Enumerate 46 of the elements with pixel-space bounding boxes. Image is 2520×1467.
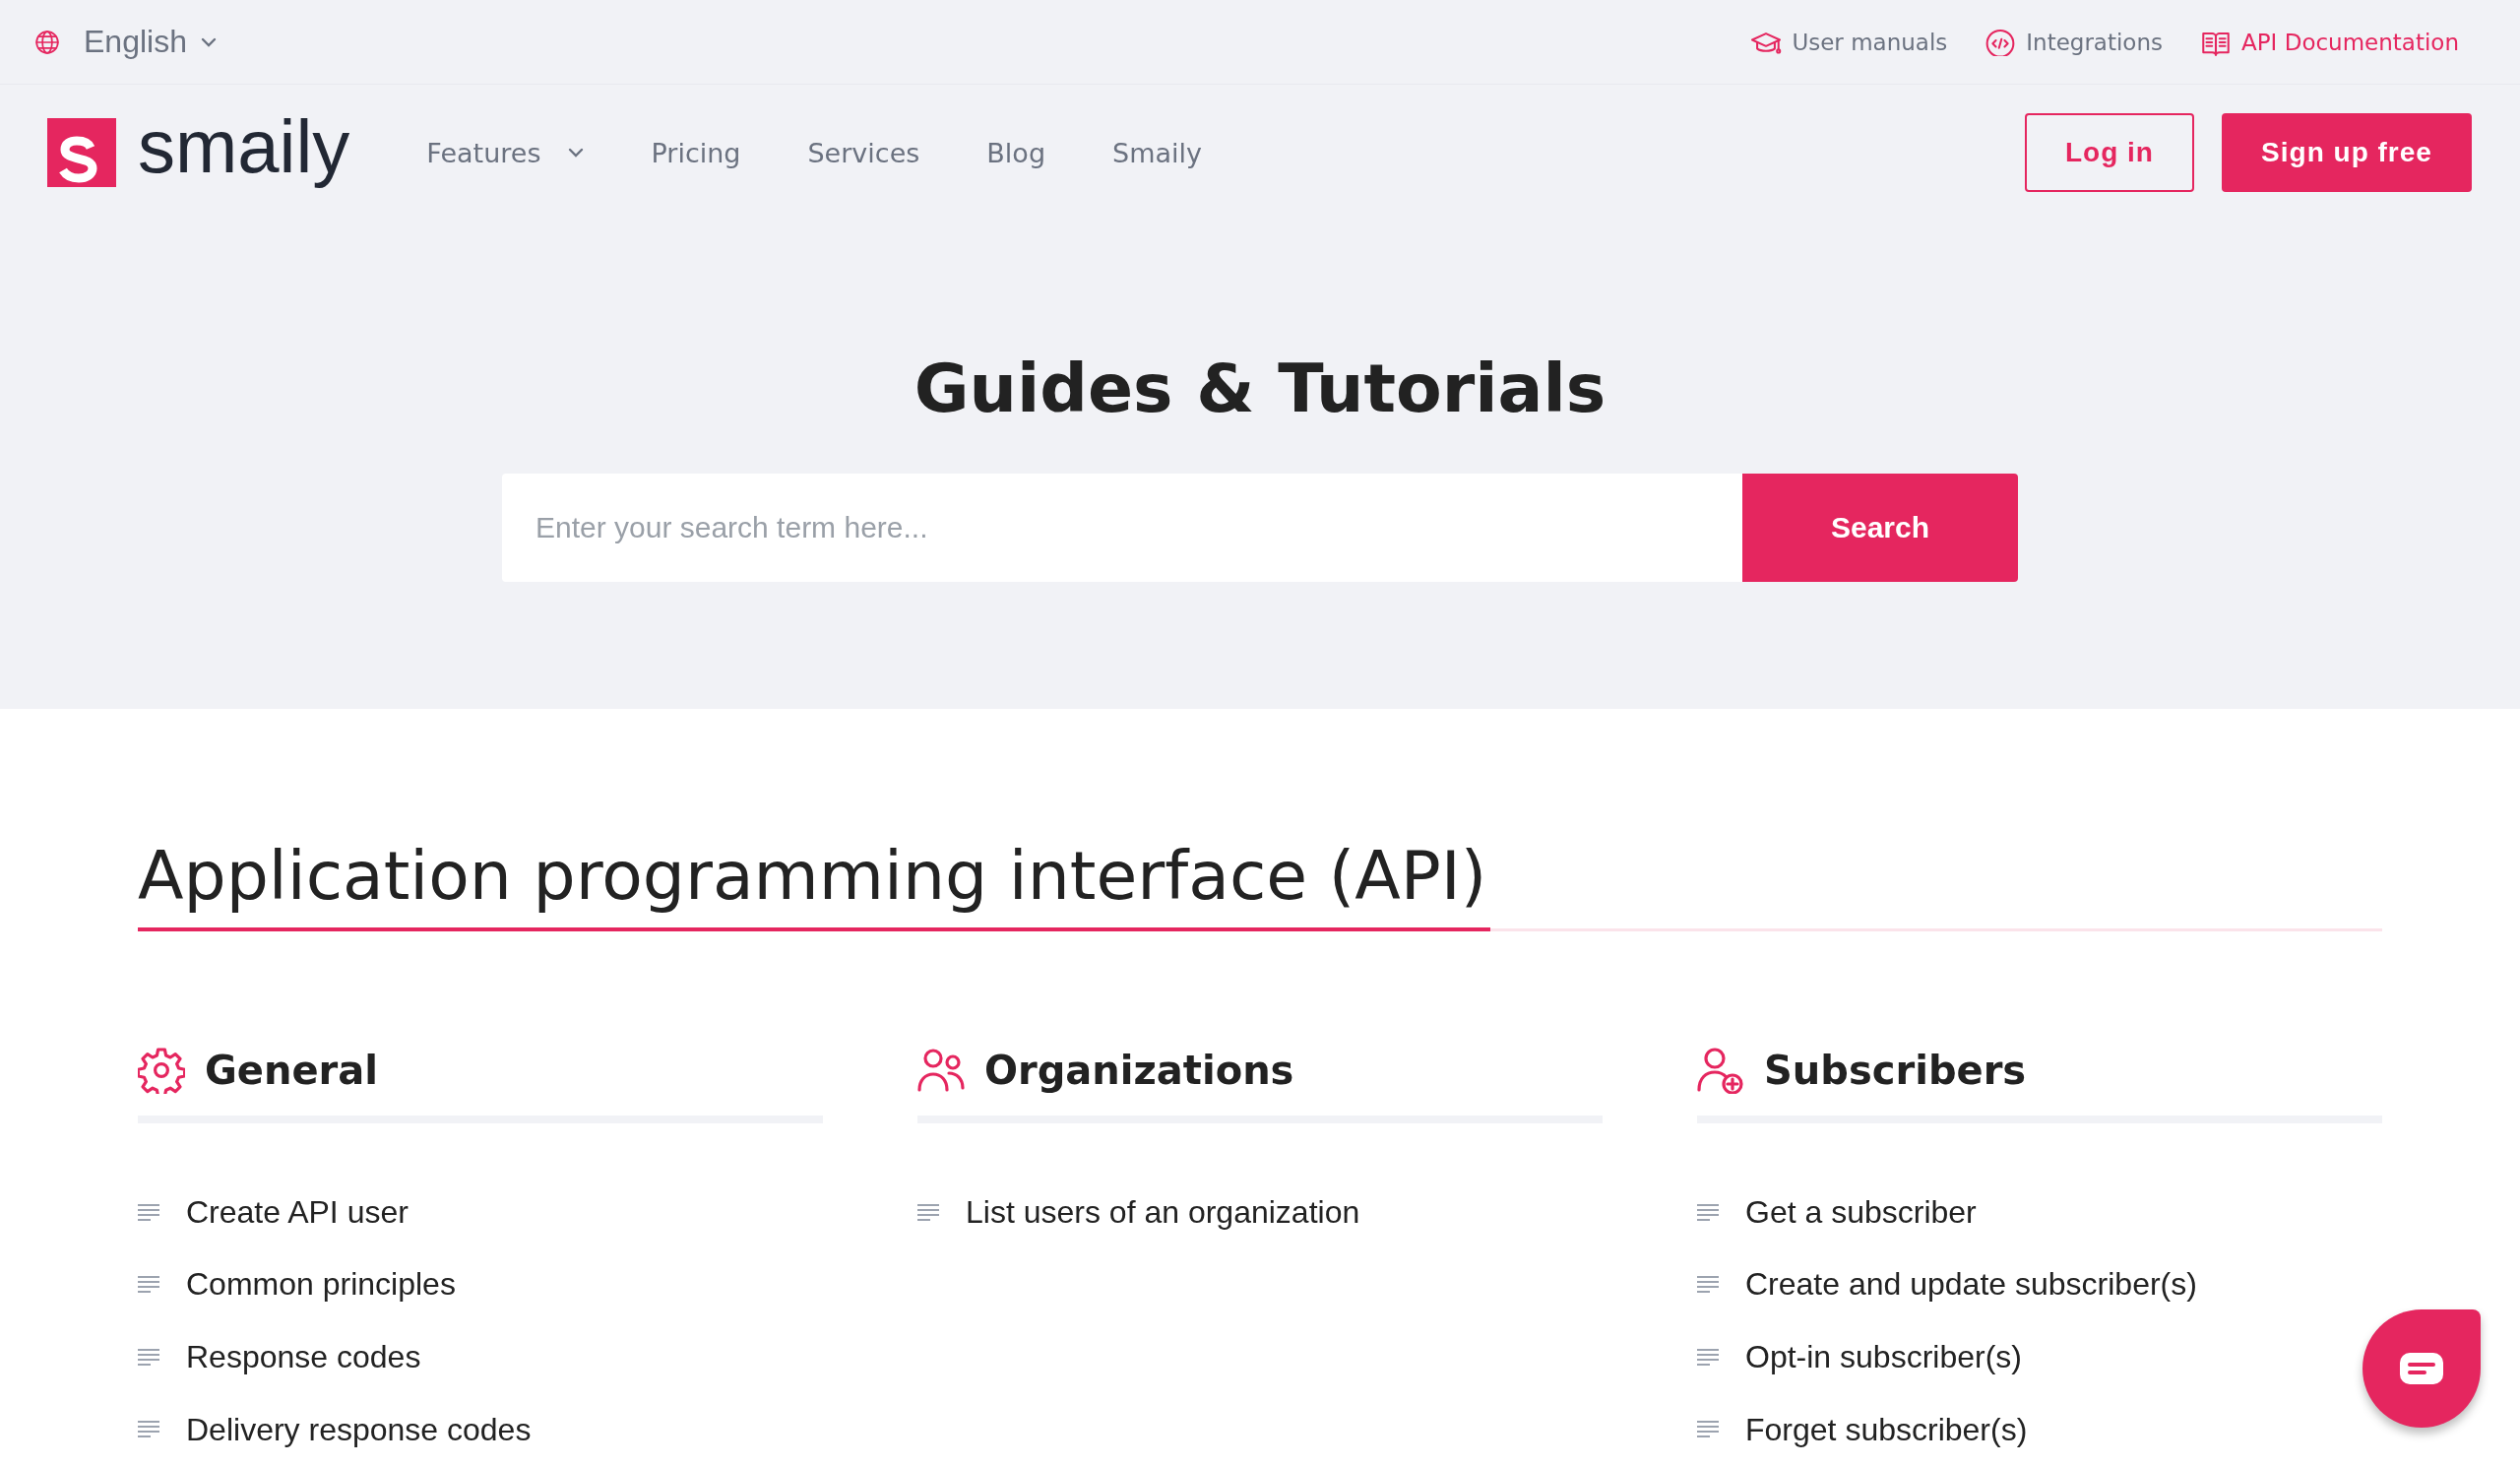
document-lines-icon (138, 1348, 159, 1367)
page-title: Guides & Tutorials (914, 355, 1606, 422)
chevron-down-icon (200, 36, 217, 47)
language-selector[interactable]: English (34, 24, 217, 60)
article-link[interactable]: Opt-in subscriber(s) (1745, 1341, 2022, 1374)
chat-button[interactable] (2362, 1309, 2481, 1428)
article-link[interactable]: Response codes (186, 1341, 421, 1374)
top-link[interactable]: User manuals (1750, 28, 1948, 56)
logo-icon (47, 118, 116, 187)
nav-link[interactable]: Services (807, 137, 920, 168)
section-title: Application programming interface (API) (138, 840, 1490, 931)
article-link[interactable]: Common principles (186, 1268, 456, 1302)
chat-icon (2399, 1352, 2444, 1385)
document-lines-icon (1697, 1421, 1719, 1439)
top-link[interactable]: API Documentation (2200, 28, 2459, 56)
document-lines-icon (1697, 1276, 1719, 1295)
top-link[interactable]: Integrations (1984, 28, 2163, 56)
signup-button[interactable]: Sign up free (2222, 113, 2472, 192)
login-button[interactable]: Log in (2025, 113, 2194, 192)
document-lines-icon (138, 1421, 159, 1439)
chevron-down-icon (568, 148, 585, 158)
article-link[interactable]: Forget subscriber(s) (1745, 1413, 2028, 1447)
document-lines-icon (1697, 1348, 1719, 1367)
nav-link[interactable]: Smaily (1112, 137, 1202, 168)
article-link[interactable]: Create and update subscriber(s) (1745, 1268, 2197, 1302)
document-lines-icon (1697, 1203, 1719, 1222)
people-icon (917, 1046, 965, 1094)
code-icon (1984, 28, 2017, 56)
article-link[interactable]: Create API user (186, 1195, 409, 1230)
person-add-icon (1697, 1046, 1744, 1094)
document-lines-icon (917, 1203, 939, 1222)
article-link[interactable]: Get a subscriber (1745, 1195, 1977, 1230)
category-title: General (205, 1047, 378, 1093)
nav-link[interactable]: Features (426, 137, 585, 168)
category-title: Organizations (984, 1047, 1294, 1093)
nav-link[interactable]: Blog (986, 137, 1046, 168)
gear-icon (138, 1046, 185, 1094)
document-lines-icon (138, 1203, 159, 1222)
category-title: Subscribers (1764, 1047, 2027, 1093)
article-link[interactable]: List users of an organization (966, 1195, 1360, 1230)
globe-icon (34, 29, 60, 55)
document-lines-icon (138, 1276, 159, 1295)
article-link[interactable]: Delivery response codes (186, 1413, 532, 1447)
search-field[interactable]: Enter your search term here... (502, 474, 1742, 582)
nav-link[interactable]: Pricing (651, 137, 741, 168)
search-button[interactable]: Search (1742, 474, 2018, 582)
